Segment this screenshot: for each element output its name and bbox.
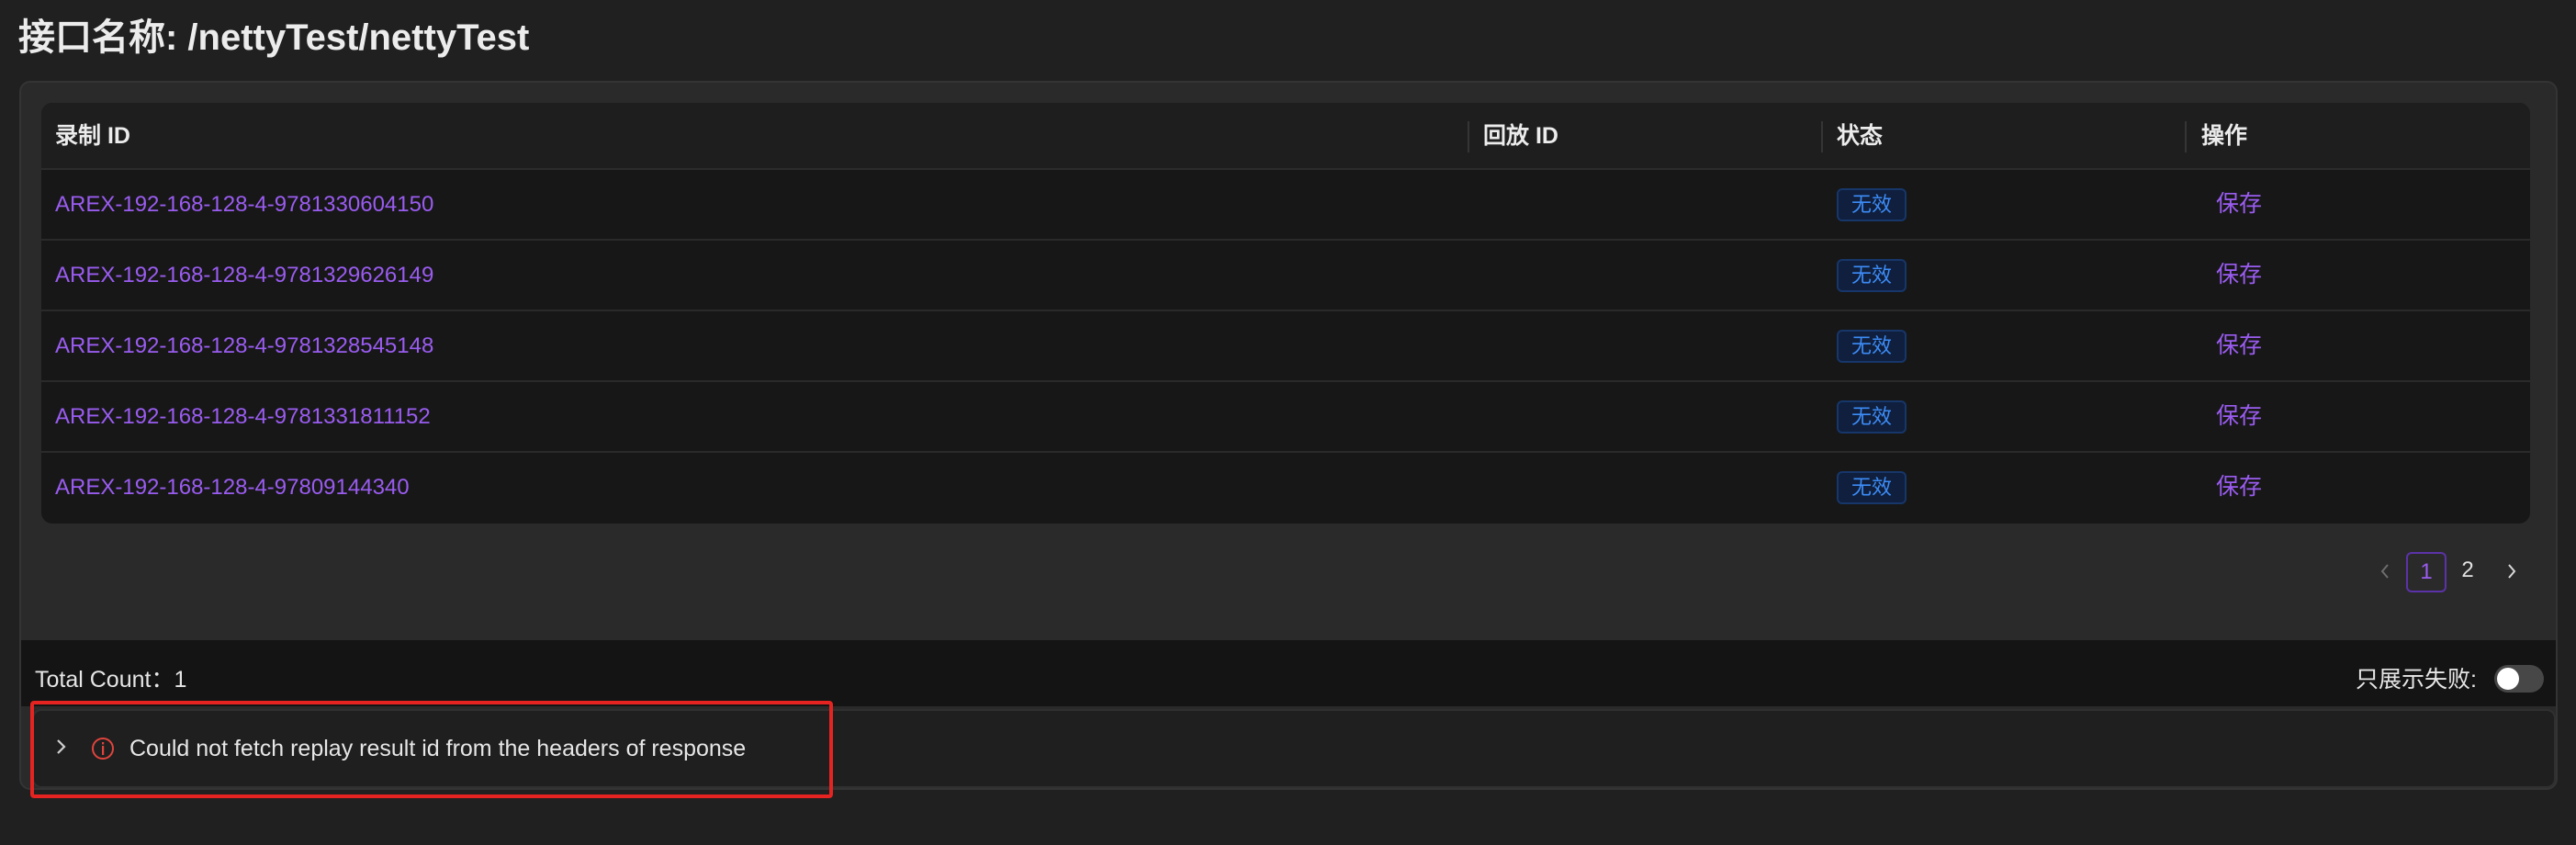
table-row: AREX-192-168-128-4-97809144340 无效 保存 [41, 453, 2530, 524]
column-divider [1468, 121, 1469, 152]
pagination-page-2[interactable]: 2 [2447, 552, 2488, 592]
status-badge: 无效 [1837, 330, 1907, 363]
column-header-action: 操作 [2201, 123, 2248, 149]
record-id-link[interactable]: AREX-192-168-128-4-9781330604150 [55, 170, 433, 239]
toggle-knob [2497, 668, 2519, 690]
column-divider [2185, 121, 2187, 152]
record-id-link[interactable]: AREX-192-168-128-4-9781328545148 [55, 311, 433, 380]
column-divider [1821, 121, 1823, 152]
chevron-left-icon [2380, 564, 2389, 579]
save-button[interactable]: 保存 [2216, 311, 2262, 380]
save-button[interactable]: 保存 [2216, 382, 2262, 451]
total-count: Total Count：1 [35, 667, 187, 693]
pagination-next-button[interactable] [2498, 553, 2525, 590]
replay-table: 录制 ID 回放 ID 状态 操作 AREX-192-168-128-4-978… [41, 103, 2530, 524]
record-id-link[interactable]: AREX-192-168-128-4-97809144340 [55, 453, 410, 522]
column-header-record-id: 录制 ID [55, 123, 130, 149]
summary-bar [21, 640, 2556, 706]
pagination-prev-button[interactable] [2371, 553, 2399, 590]
record-id-link[interactable]: AREX-192-168-128-4-9781331811152 [55, 382, 431, 451]
table-header: 录制 ID 回放 ID 状态 操作 [41, 103, 2530, 170]
column-header-replay-id: 回放 ID [1483, 123, 1558, 149]
save-button[interactable]: 保存 [2216, 241, 2262, 310]
column-header-status: 状态 [1837, 123, 1884, 149]
table-row: AREX-192-168-128-4-9781329626149 无效 保存 [41, 241, 2530, 311]
status-badge: 无效 [1837, 471, 1907, 504]
status-badge: 无效 [1837, 400, 1907, 434]
table-row: AREX-192-168-128-4-9781328545148 无效 保存 [41, 311, 2530, 382]
error-highlight-frame [30, 701, 833, 798]
pagination-page-1[interactable]: 1 [2406, 552, 2447, 592]
table-row: AREX-192-168-128-4-9781331811152 无效 保存 [41, 382, 2530, 453]
save-button[interactable]: 保存 [2216, 170, 2262, 239]
only-failed-label: 只展示失败: [2356, 667, 2477, 693]
status-badge: 无效 [1837, 259, 1907, 292]
chevron-right-icon [2508, 564, 2516, 579]
record-id-link[interactable]: AREX-192-168-128-4-9781329626149 [55, 241, 433, 310]
status-badge: 无效 [1837, 188, 1907, 221]
page-title: 接口名称: /nettyTest/nettyTest [18, 17, 530, 58]
only-failed-toggle[interactable] [2494, 665, 2544, 693]
table-row: AREX-192-168-128-4-9781330604150 无效 保存 [41, 170, 2530, 241]
save-button[interactable]: 保存 [2216, 453, 2262, 522]
